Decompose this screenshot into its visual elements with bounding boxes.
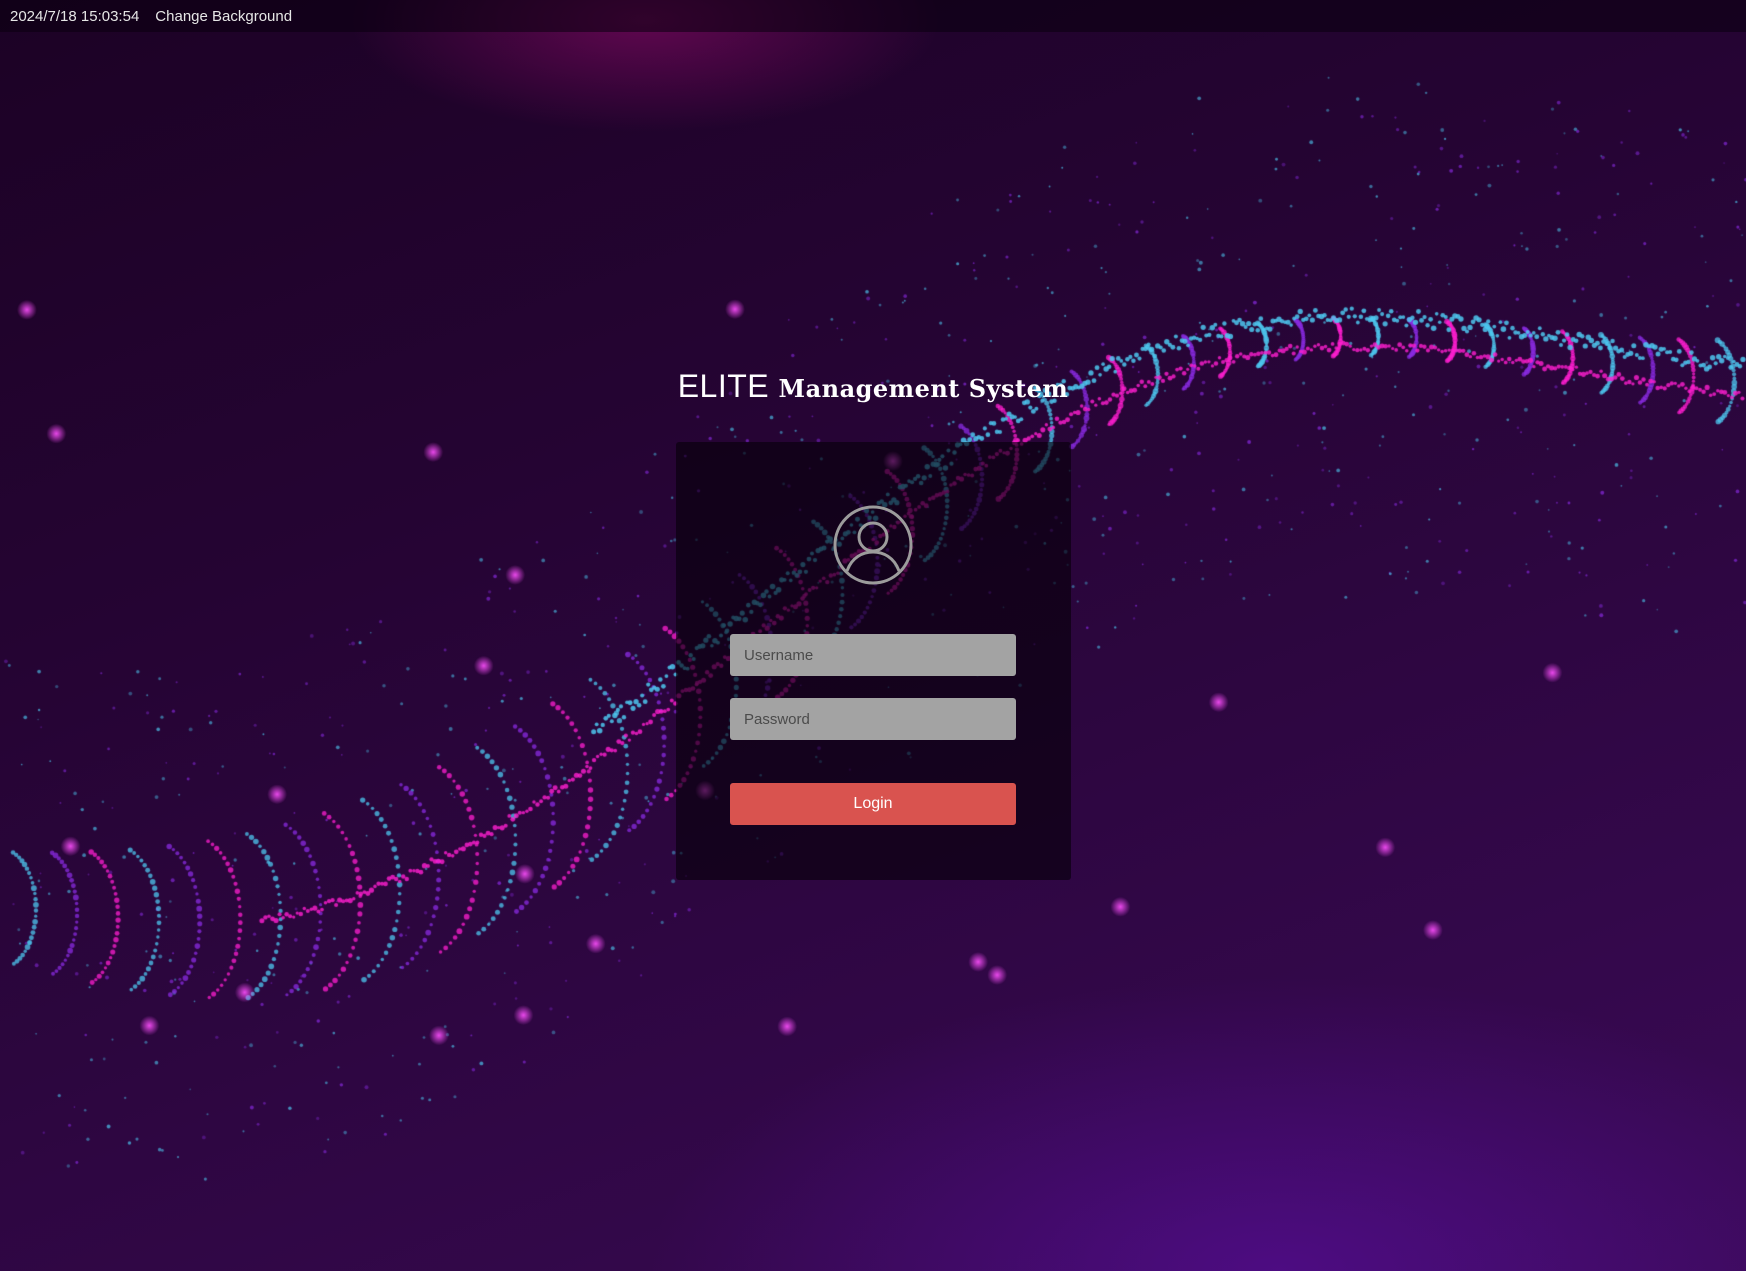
top-bar: 2024/7/18 15:03:54 Change Background (0, 0, 1746, 32)
title-brand: ELITE (677, 368, 770, 404)
login-panel: Login (676, 442, 1071, 880)
datetime-display: 2024/7/18 15:03:54 (10, 7, 140, 25)
change-background-link[interactable]: Change Background (155, 8, 292, 25)
username-input[interactable] (730, 634, 1016, 676)
password-input[interactable] (730, 698, 1016, 740)
page-title: ELITE Management System (0, 368, 1746, 405)
user-circle-icon (833, 505, 913, 585)
login-button[interactable]: Login (730, 783, 1016, 825)
title-subtitle: Management System (778, 374, 1069, 403)
